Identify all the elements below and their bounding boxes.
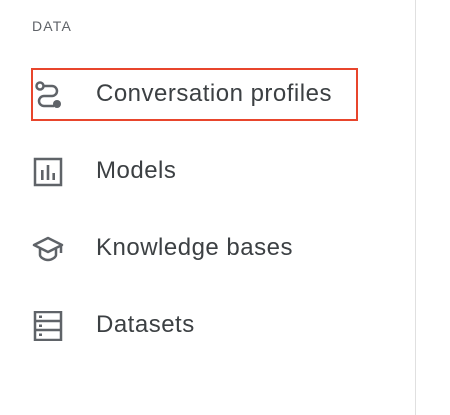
sidebar-item-label: Knowledge bases xyxy=(96,234,293,261)
sidebar-panel: DATA Conversation profiles Models Knowle… xyxy=(0,0,416,415)
sidebar-item-label: Conversation profiles xyxy=(96,80,332,107)
route-icon xyxy=(32,80,64,110)
content-area xyxy=(417,0,450,415)
sidebar-item-models[interactable]: Models xyxy=(24,145,404,197)
sidebar-item-label: Datasets xyxy=(96,311,195,338)
sidebar-item-knowledge-bases[interactable]: Knowledge bases xyxy=(24,222,404,274)
school-icon xyxy=(32,234,64,264)
sidebar-item-conversation-profiles[interactable]: Conversation profiles xyxy=(24,68,404,120)
sidebar-item-datasets[interactable]: Datasets xyxy=(24,299,404,351)
section-label: DATA xyxy=(32,18,73,34)
sidebar-item-label: Models xyxy=(96,157,177,184)
bar-chart-icon xyxy=(32,157,64,187)
dataset-list-icon xyxy=(32,311,64,341)
